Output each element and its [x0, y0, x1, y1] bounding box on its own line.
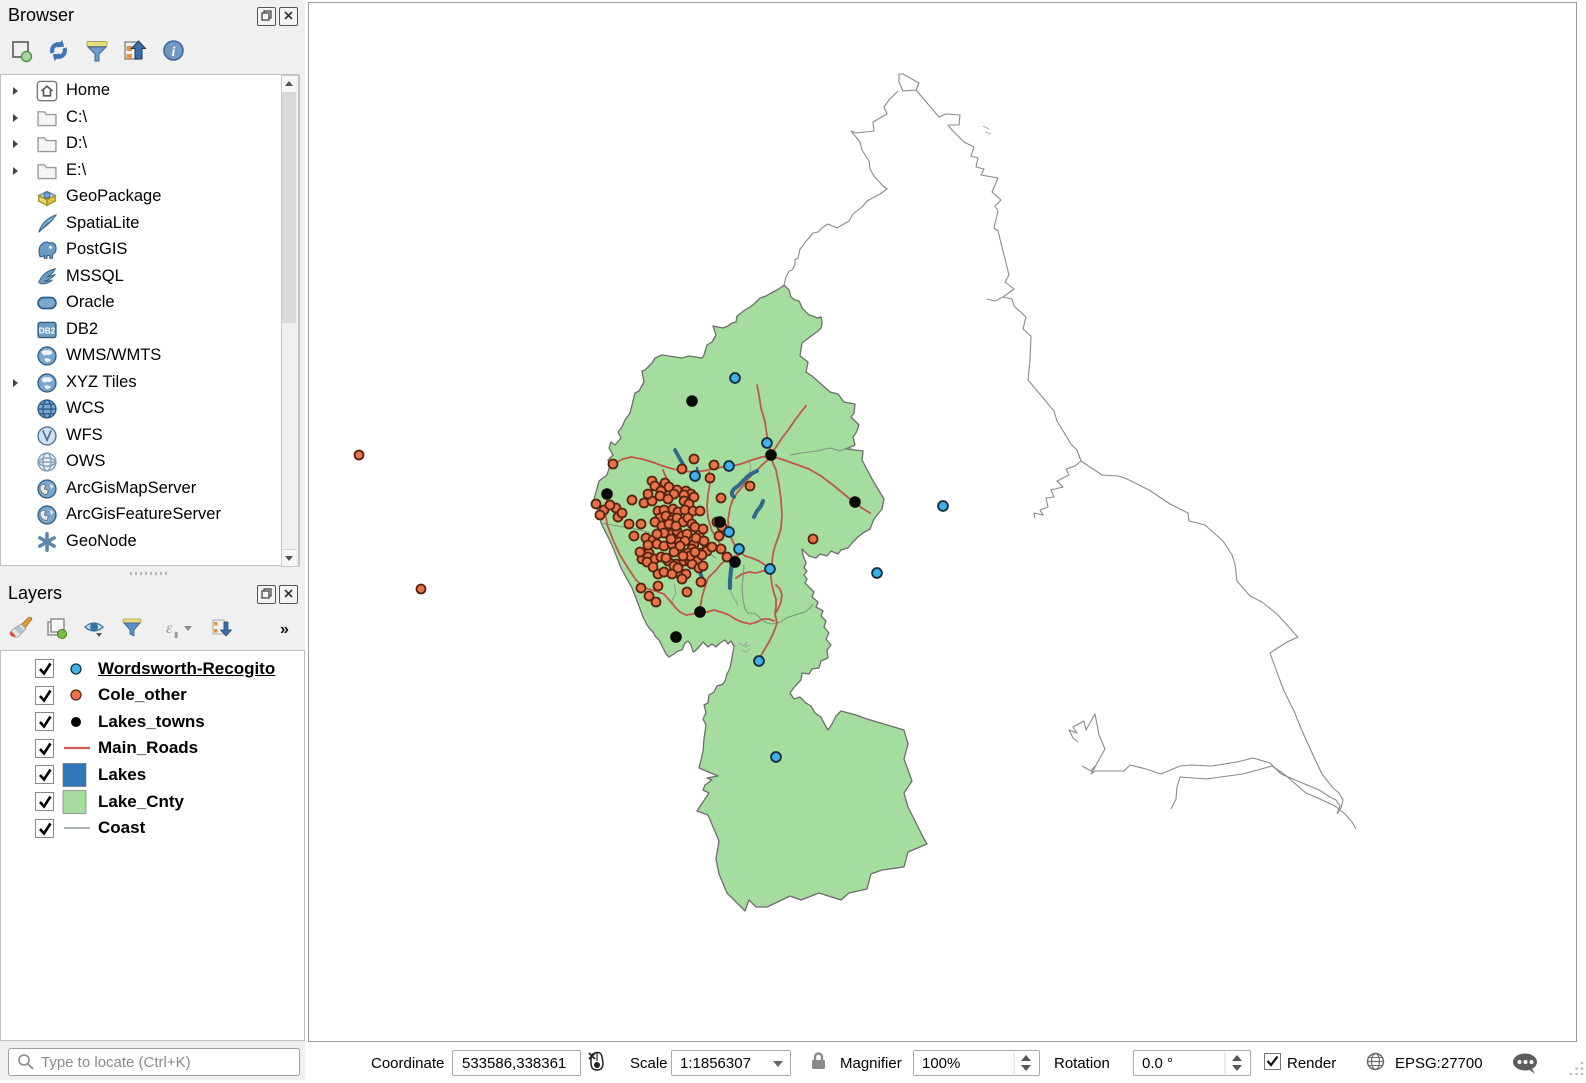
svg-text:▮: ▮	[174, 630, 178, 639]
svg-text:ε: ε	[166, 620, 173, 637]
svg-text:i: i	[172, 45, 176, 60]
svg-text:»: »	[280, 621, 289, 638]
svg-text:DB2: DB2	[39, 326, 56, 335]
